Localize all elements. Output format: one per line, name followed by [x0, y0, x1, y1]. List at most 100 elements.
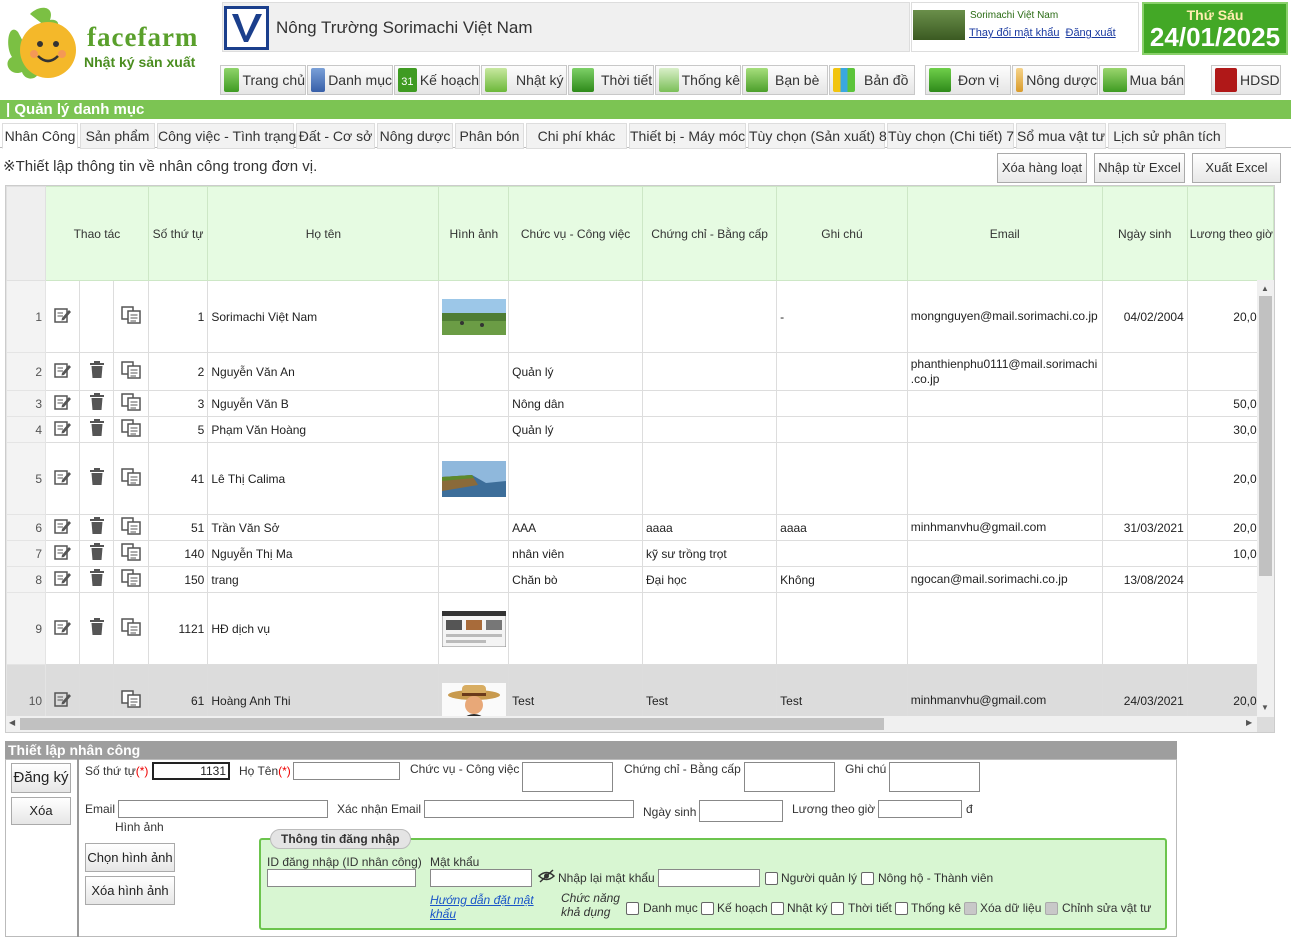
scroll-down-icon[interactable]: ▼ [1261, 703, 1269, 712]
eye-slash-icon[interactable] [537, 869, 556, 883]
grid-vertical-scroll-thumb[interactable] [1259, 296, 1272, 576]
copy-row-button[interactable] [113, 352, 149, 391]
function-plan-checkbox[interactable] [701, 902, 714, 915]
copy-row-button[interactable] [113, 540, 149, 567]
copy-row-button[interactable] [113, 442, 149, 515]
edit-row-button[interactable] [45, 442, 81, 515]
role-input[interactable] [522, 762, 613, 792]
copy-row-button[interactable] [113, 592, 149, 665]
tab-options-production[interactable]: Tùy chọn (Sản xuất) 8 [748, 123, 887, 149]
table-row[interactable]: 3 3 Nguyễn Văn B Nông dân 50,000 [6, 390, 1274, 417]
tab-equipment[interactable]: Thiết bị - Máy móc [629, 123, 746, 149]
edit-row-button[interactable] [45, 352, 81, 391]
function-stats-checkbox[interactable] [895, 902, 908, 915]
table-row[interactable]: 9 1121 HĐ dịch vụ [6, 592, 1274, 665]
tab-products[interactable]: Sản phẩm [80, 123, 155, 149]
nav-trade[interactable]: Mua bán [1099, 65, 1185, 95]
confirm-email-input[interactable] [424, 800, 634, 818]
delete-row-button[interactable] [79, 390, 115, 417]
nav-home[interactable]: Trang chủ [220, 65, 306, 95]
copy-row-button[interactable] [113, 416, 149, 443]
col-seq[interactable]: Số thứ tự [147, 186, 209, 281]
logout-link[interactable]: Đăng xuất [1066, 27, 1116, 39]
col-dob[interactable]: Ngày sinh [1101, 186, 1188, 281]
password-help-link[interactable]: Hướng dẫn đặt mật khẩu [430, 893, 540, 921]
edit-row-button[interactable] [45, 540, 81, 567]
member-checkbox[interactable] [861, 872, 874, 885]
register-button[interactable]: Đăng ký [11, 763, 71, 793]
edit-row-button[interactable] [45, 566, 81, 593]
tab-fertilizer[interactable]: Phân bón [455, 123, 524, 149]
copy-row-button[interactable] [113, 390, 149, 417]
tab-options-detail[interactable]: Tùy chọn (Chi tiết) 7 [887, 123, 1014, 149]
cert-input[interactable] [744, 762, 835, 792]
table-row[interactable]: 4 5 Phạm Văn Hoàng Quản lý 30,000 [6, 416, 1274, 443]
bulk-delete-button[interactable]: Xóa hàng loạt [997, 153, 1087, 183]
delete-button[interactable]: Xóa [11, 797, 71, 825]
edit-row-button[interactable] [45, 592, 81, 665]
copy-row-button[interactable] [113, 566, 149, 593]
grid-horizontal-scroll-thumb[interactable] [20, 718, 884, 730]
table-row[interactable]: 5 41 Lê Thị Calima 20,000 [6, 442, 1274, 515]
delete-row-button[interactable] [79, 566, 115, 593]
nav-map[interactable]: Bản đồ [829, 65, 915, 95]
scroll-right-icon[interactable]: ▶ [1246, 718, 1252, 727]
dob-input[interactable] [699, 800, 783, 822]
copy-row-button[interactable] [113, 280, 149, 353]
repassword-input[interactable] [658, 869, 760, 887]
nav-help[interactable]: HDSD [1211, 65, 1281, 95]
email-input[interactable] [118, 800, 328, 818]
password-input[interactable] [430, 869, 532, 887]
delete-row-button[interactable] [79, 352, 115, 391]
col-cert[interactable]: Chứng chỉ - Bằng cấp [641, 186, 778, 281]
manager-checkbox[interactable] [765, 872, 778, 885]
function-weather-checkbox[interactable] [831, 902, 844, 915]
nav-pesticide[interactable]: Nông dược [1012, 65, 1098, 95]
edit-row-button[interactable] [45, 280, 81, 353]
name-input[interactable] [293, 762, 400, 780]
nav-catalog[interactable]: Danh mục [307, 65, 393, 95]
delete-row-button[interactable] [79, 540, 115, 567]
table-row[interactable]: 7 140 Nguyễn Thị Ma nhân viên kỹ sư trồng tr… [6, 540, 1274, 567]
export-excel-button[interactable]: Xuất Excel [1192, 153, 1281, 183]
col-wage[interactable]: Lương theo giờ [1186, 186, 1274, 281]
delete-row-button[interactable] [79, 592, 115, 665]
tab-land[interactable]: Đất - Cơ sở [296, 123, 375, 149]
copy-row-button[interactable] [113, 514, 149, 541]
change-password-link[interactable]: Thay đổi mật khẩu [969, 27, 1060, 39]
function-diary-checkbox[interactable] [771, 902, 784, 915]
edit-row-button[interactable] [45, 390, 81, 417]
col-role[interactable]: Chức vụ - Công việc [508, 186, 643, 281]
nav-weather[interactable]: Thời tiết [568, 65, 654, 95]
tab-pesticide[interactable]: Nông dược [377, 123, 453, 149]
choose-image-button[interactable]: Chọn hình ảnh [85, 843, 175, 872]
scroll-up-icon[interactable]: ▲ [1261, 284, 1269, 293]
col-name[interactable]: Họ tên [207, 186, 440, 281]
import-excel-button[interactable]: Nhập từ Excel [1094, 153, 1185, 183]
delete-row-button[interactable] [79, 442, 115, 515]
col-note[interactable]: Ghi chú [776, 186, 908, 281]
remove-image-button[interactable]: Xóa hình ảnh [85, 876, 175, 905]
seq-input[interactable]: 1131 [152, 762, 230, 780]
tab-work-status[interactable]: Công việc - Tình trạng [157, 123, 296, 149]
edit-row-button[interactable] [45, 514, 81, 541]
nav-friends[interactable]: Bạn bè [742, 65, 828, 95]
table-row[interactable]: 6 51 Trần Văn Sở AAA aaaa aaaa minhmanvhu@gmai… [6, 514, 1274, 541]
col-email[interactable]: Email [906, 186, 1103, 281]
facefarm-logo[interactable]: facefarm Nhật ký sản xuất [0, 0, 215, 96]
nav-diary[interactable]: Nhật ký [481, 65, 567, 95]
login-id-input[interactable] [267, 869, 416, 887]
nav-unit[interactable]: Đơn vị [925, 65, 1011, 95]
tab-analysis-history[interactable]: Lịch sử phân tích [1108, 123, 1226, 149]
tab-other-costs[interactable]: Chi phí khác [526, 123, 627, 149]
function-catalog-checkbox[interactable] [626, 902, 639, 915]
table-row[interactable]: 8 150 trang Chăn bò Đại học Không ngocan@mail.… [6, 566, 1274, 593]
delete-row-button[interactable] [79, 416, 115, 443]
wage-input[interactable] [878, 800, 962, 818]
tab-purchase-book[interactable]: Sổ mua vật tư [1016, 123, 1106, 149]
delete-row-button[interactable] [79, 514, 115, 541]
scroll-left-icon[interactable]: ◀ [9, 718, 15, 727]
edit-row-button[interactable] [45, 416, 81, 443]
nav-stats[interactable]: Thống kê [655, 65, 741, 95]
tab-labor[interactable]: Nhân Công [2, 123, 78, 149]
